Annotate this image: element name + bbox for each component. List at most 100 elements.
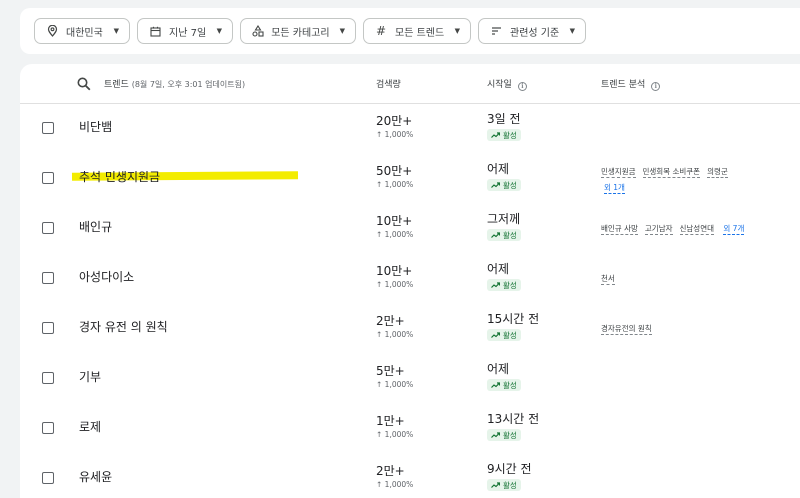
table-row[interactable]: 유세윤 2만+ ↑ 1,000% 9시간 전 활성 [20, 454, 800, 498]
breakdown-tag[interactable]: 배인규 사망 [601, 224, 638, 235]
trending-up-icon [491, 382, 500, 388]
row-checkbox[interactable] [42, 472, 54, 484]
trend-name[interactable]: 아성다이소 [79, 268, 134, 285]
filter-period[interactable]: 지난 7일 ▼ [137, 18, 233, 44]
status-label: 활성 [503, 330, 517, 340]
sort-icon [489, 24, 503, 38]
trend-breakdown: 경자유전의 원칙 [601, 323, 659, 335]
volume-change: ↑ 1,000% [376, 330, 414, 339]
trend-name[interactable]: 추석 민생지원금 [79, 168, 160, 185]
trending-up-icon [491, 182, 500, 188]
status-badge: 활성 [487, 179, 521, 191]
trend-name[interactable]: 경자 유전 의 원칙 [79, 318, 168, 335]
breakdown-tag[interactable]: 민생지원금 [601, 167, 636, 178]
search-volume: 10만+ [376, 264, 413, 278]
info-icon[interactable]: i [651, 82, 661, 91]
breakdown-tag[interactable]: 의령군 [707, 167, 728, 178]
filter-period-label: 지난 7일 [169, 27, 207, 39]
trend-name[interactable]: 기부 [79, 368, 101, 385]
status-badge: 활성 [487, 279, 521, 291]
trending-up-icon [491, 332, 500, 338]
filter-sort[interactable]: 관련성 기준 ▼ [478, 18, 586, 44]
filter-trend-type[interactable]: # 모든 트렌드 ▼ [363, 18, 471, 44]
chevron-down-icon: ▼ [454, 27, 460, 35]
trend-name[interactable]: 유세윤 [79, 468, 112, 485]
column-started-label: 시작일 [487, 80, 512, 90]
chevron-down-icon: ▼ [216, 27, 222, 35]
volume-change: ↑ 1,000% [376, 430, 414, 439]
search-volume: 5만+ [376, 364, 405, 378]
chevron-down-icon: ▼ [569, 27, 575, 35]
table-row[interactable]: 아성다이소 10만+ ↑ 1,000% 어제 활성 천서 [20, 254, 800, 304]
filter-trend-type-label: 모든 트렌드 [395, 27, 445, 39]
chevron-down-icon: ▼ [339, 27, 345, 35]
filter-country[interactable]: 대한민국 ▼ [34, 18, 130, 44]
trend-name[interactable]: 로제 [79, 418, 101, 435]
info-icon[interactable]: i [517, 82, 527, 91]
breakdown-tag[interactable]: 신남성연대 [679, 224, 714, 235]
trending-up-icon [491, 232, 500, 238]
row-checkbox[interactable] [42, 172, 54, 184]
volume-change: ↑ 1,000% [376, 130, 414, 139]
row-checkbox[interactable] [42, 422, 54, 434]
search-volume: 20만+ [376, 114, 413, 128]
table-row[interactable]: 로제 1만+ ↑ 1,000% 13시간 전 활성 [20, 404, 800, 454]
column-breakdown-label: 트렌드 분석 [601, 80, 646, 90]
table-row[interactable]: 경자 유전 의 원칙 2만+ ↑ 1,000% 15시간 전 활성 경자유전의 … [20, 304, 800, 354]
column-breakdown: 트렌드 분석 i [601, 77, 661, 91]
volume-change: ↑ 1,000% [376, 480, 414, 489]
breakdown-tag[interactable]: 천서 [601, 274, 615, 285]
row-checkbox[interactable] [42, 272, 54, 284]
status-badge: 활성 [487, 479, 521, 491]
started-time: 13시간 전 [487, 412, 540, 426]
status-badge: 활성 [487, 229, 521, 241]
started-time: 3일 전 [487, 112, 521, 126]
search-volume: 2만+ [376, 464, 405, 478]
status-badge: 활성 [487, 379, 521, 391]
breakdown-tag[interactable]: 고기남자 [644, 224, 673, 235]
table-row[interactable]: 배인규 10만+ ↑ 1,000% 그저께 활성 배인규 사망 고기남자 신남성연대… [20, 204, 800, 254]
trending-up-icon [491, 132, 500, 138]
started-time: 어제 [487, 362, 510, 376]
table-row[interactable]: 기부 5만+ ↑ 1,000% 어제 활성 [20, 354, 800, 404]
calendar-icon [148, 24, 162, 38]
trending-up-icon [491, 282, 500, 288]
trend-breakdown-more: 외 1개 [604, 182, 625, 194]
column-trend-label: 트렌드 [104, 80, 129, 90]
status-label: 활성 [503, 480, 517, 490]
volume-change: ↑ 1,000% [376, 380, 414, 389]
status-label: 활성 [503, 380, 517, 390]
filter-category[interactable]: 모든 카테고리 ▼ [240, 18, 356, 44]
volume-change: ↑ 1,000% [376, 230, 414, 239]
row-checkbox[interactable] [42, 222, 54, 234]
search-volume: 2만+ [376, 314, 405, 328]
column-trend: 트렌드 (8월 7일, 오후 3:01 업데이트됨) [104, 77, 245, 90]
hash-icon: # [375, 24, 387, 38]
search-icon[interactable] [77, 76, 91, 95]
trend-breakdown: 민생지원금 민생회복 소비쿠폰 의령군 [601, 166, 735, 178]
more-link[interactable]: 외 7개 [723, 224, 745, 235]
row-checkbox[interactable] [42, 372, 54, 384]
trend-breakdown: 배인규 사망 고기남자 신남성연대 외 7개 [601, 223, 745, 235]
started-time: 어제 [487, 262, 510, 276]
filter-sort-label: 관련성 기준 [510, 27, 560, 39]
more-link[interactable]: 외 1개 [604, 183, 625, 194]
column-started[interactable]: 시작일 i [487, 77, 527, 91]
category-icon [251, 24, 264, 38]
filter-country-label: 대한민국 [66, 27, 103, 39]
row-checkbox[interactable] [42, 322, 54, 334]
status-label: 활성 [503, 230, 517, 240]
trend-name[interactable]: 배인규 [79, 218, 112, 235]
volume-change: ↑ 1,000% [376, 280, 414, 289]
trend-name[interactable]: 비단뱀 [79, 118, 112, 135]
filter-category-label: 모든 카테고리 [271, 27, 330, 39]
location-pin-icon [45, 24, 59, 38]
chevron-down-icon: ▼ [113, 27, 119, 35]
trending-up-icon [491, 482, 500, 488]
breakdown-tag[interactable]: 경자유전의 원칙 [601, 324, 652, 335]
table-row[interactable]: 추석 민생지원금 50만+ ↑ 1,000% 어제 활성 민생지원금 민생회복 소… [20, 154, 800, 204]
row-checkbox[interactable] [42, 122, 54, 134]
breakdown-tag[interactable]: 민생회복 소비쿠폰 [642, 167, 701, 178]
column-volume[interactable]: 검색량 [376, 77, 401, 90]
table-row[interactable]: 비단뱀 20만+ ↑ 1,000% 3일 전 활성 [20, 104, 800, 154]
